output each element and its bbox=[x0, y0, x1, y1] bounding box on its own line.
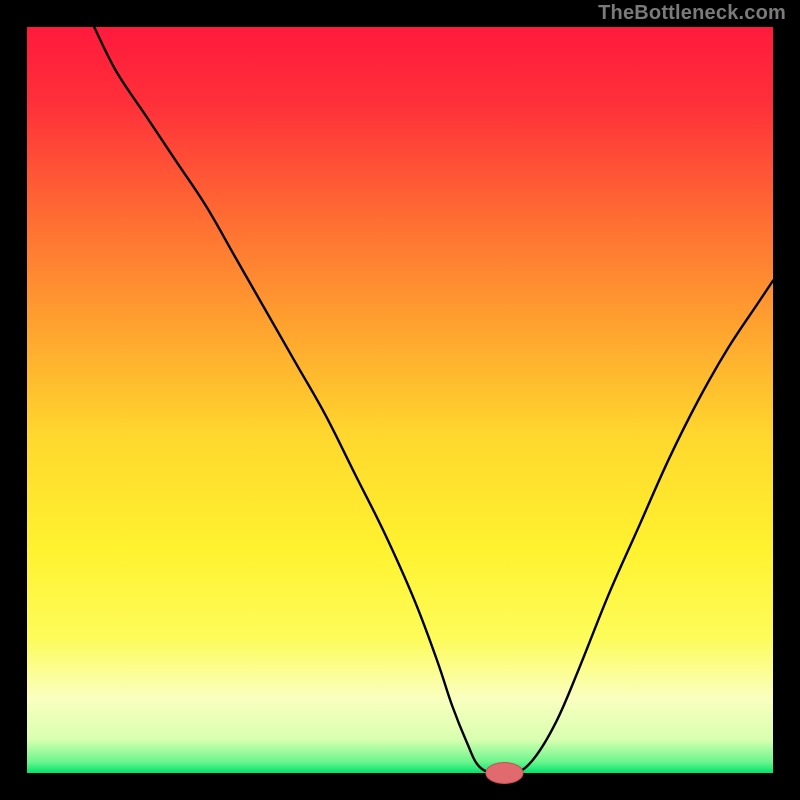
optimal-marker bbox=[486, 763, 523, 784]
watermark-text: TheBottleneck.com bbox=[598, 2, 786, 25]
chart-frame: { "watermark": "TheBottleneck.com", "col… bbox=[0, 0, 800, 800]
bottleneck-chart bbox=[0, 0, 800, 800]
plot-background bbox=[27, 27, 773, 773]
